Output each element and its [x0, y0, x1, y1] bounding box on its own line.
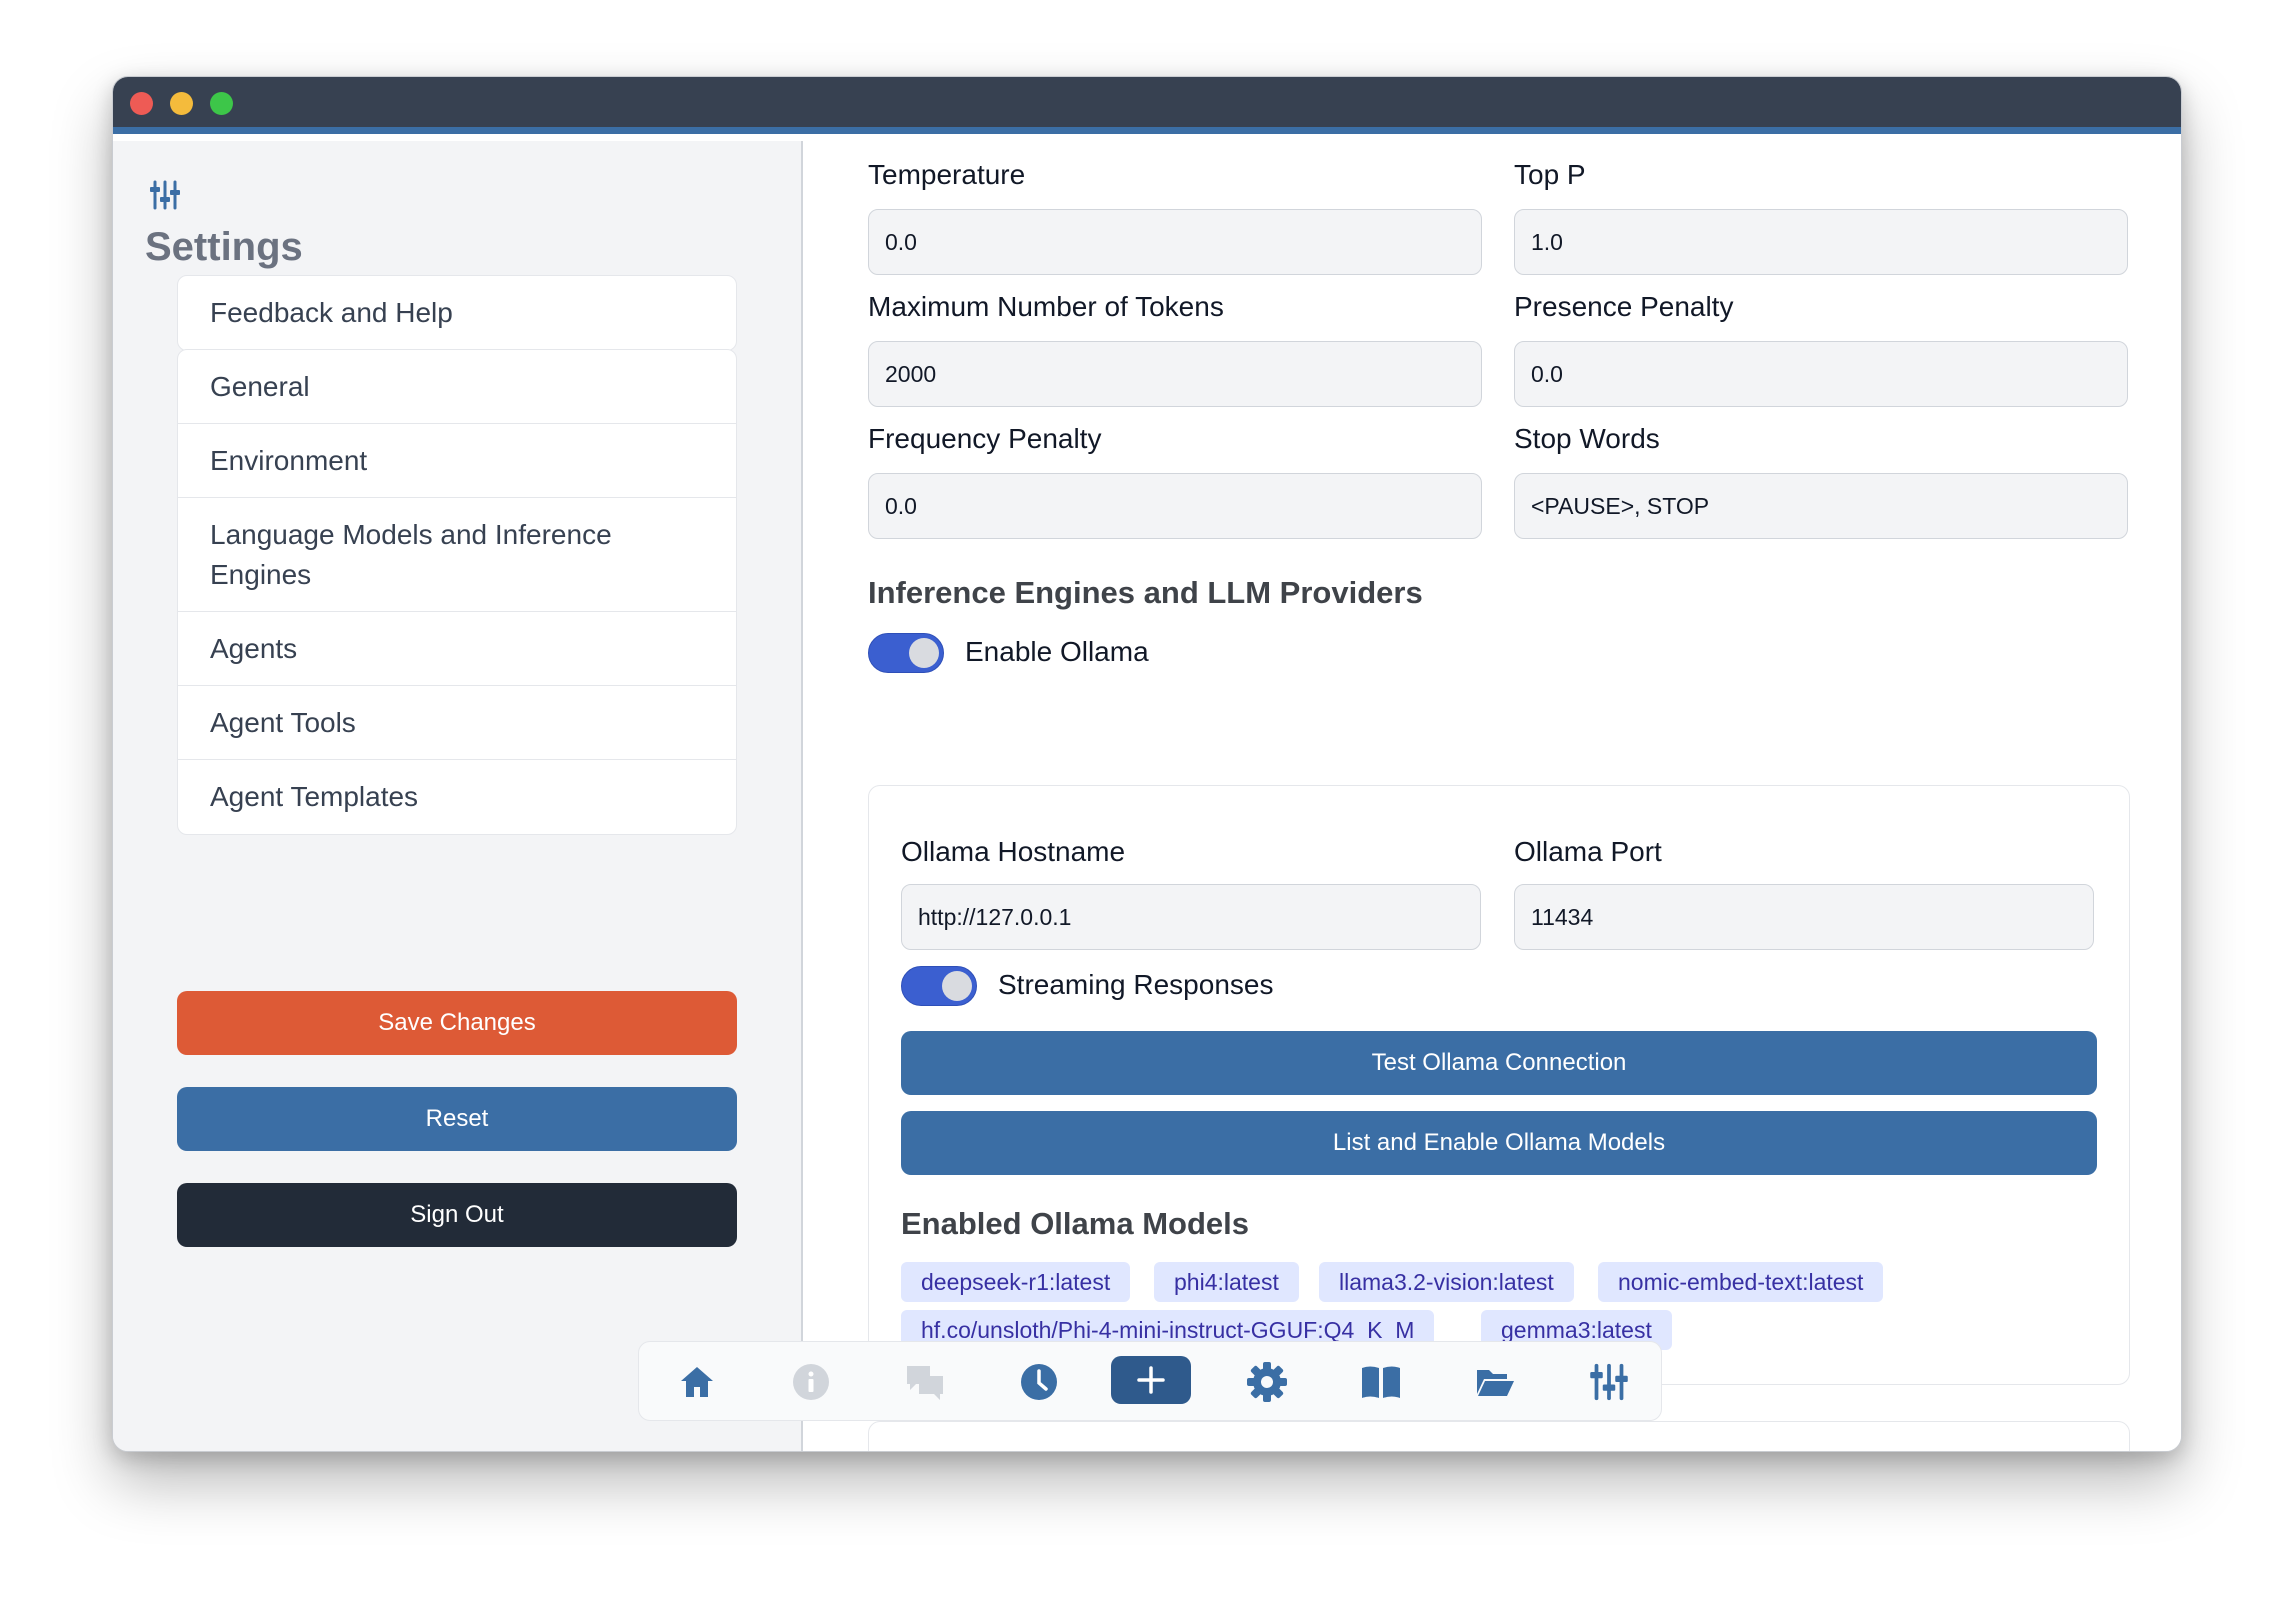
temperature-input[interactable]: 0.0 [868, 209, 1482, 275]
sidebar-item-feedback-help[interactable]: Feedback and Help [178, 276, 736, 350]
model-chip[interactable]: phi4:latest [1154, 1262, 1299, 1302]
model-chip[interactable]: llama3.2-vision:latest [1319, 1262, 1574, 1302]
presence-penalty-label: Presence Penalty [1514, 291, 1734, 322]
enabled-models-title: Enabled Ollama Models [901, 1206, 1249, 1241]
enable-ollama-label: Enable Ollama [965, 636, 1149, 667]
ollama-hostname-input[interactable]: http://127.0.0.1 [901, 884, 1481, 950]
zoom-window-button[interactable] [210, 92, 233, 115]
clock-icon[interactable] [1017, 1360, 1061, 1404]
ollama-port-label: Ollama Port [1514, 836, 1662, 867]
temperature-label: Temperature [868, 159, 1026, 190]
home-icon[interactable] [675, 1360, 719, 1404]
model-chip[interactable]: deepseek-r1:latest [901, 1262, 1131, 1302]
sidebar-item-general[interactable]: General [178, 350, 736, 424]
save-changes-button[interactable]: Save Changes [177, 991, 737, 1055]
close-window-button[interactable] [130, 92, 153, 115]
top-p-input[interactable]: 1.0 [1514, 209, 2128, 275]
sidebar-item-environment[interactable]: Environment [178, 424, 736, 498]
enable-ollama-toggle[interactable] [868, 633, 944, 673]
reset-button[interactable]: Reset [177, 1087, 737, 1151]
plus-icon [1137, 1366, 1165, 1394]
providers-section-title: Inference Engines and LLM Providers [868, 575, 1423, 610]
chat-icon[interactable] [903, 1360, 947, 1404]
frequency-penalty-label: Frequency Penalty [868, 423, 1102, 454]
sidebar-item-agents[interactable]: Agents [178, 612, 736, 686]
max-tokens-label: Maximum Number of Tokens [868, 291, 1224, 322]
sidebar-item-agent-templates[interactable]: Agent Templates [178, 760, 736, 834]
toggle-knob [942, 971, 972, 1001]
sidebar: Settings Feedback and Help General Envir… [113, 141, 803, 1451]
settings-nav: General Environment Language Models and … [177, 349, 737, 835]
main-content: Temperature 0.0 Top P 1.0 Maximum Number… [805, 141, 2181, 1451]
max-tokens-input[interactable]: 2000 [868, 341, 1482, 407]
title-bar [113, 77, 2181, 134]
page-title: Settings [145, 225, 303, 269]
toggle-knob [909, 638, 939, 668]
ollama-settings-panel: Ollama Hostname http://127.0.0.1 Ollama … [868, 785, 2130, 1385]
sliders-icon [150, 180, 180, 210]
frequency-penalty-input[interactable]: 0.0 [868, 473, 1482, 539]
plus-button[interactable] [1111, 1356, 1191, 1404]
presence-penalty-input[interactable]: 0.0 [1514, 341, 2128, 407]
help-card: Feedback and Help [177, 275, 737, 351]
gear-icon[interactable] [1245, 1360, 1289, 1404]
next-settings-panel [868, 1421, 2130, 1451]
stop-words-label: Stop Words [1514, 423, 1660, 454]
ollama-hostname-label: Ollama Hostname [901, 836, 1126, 867]
info-icon[interactable] [789, 1360, 833, 1404]
book-icon[interactable] [1359, 1360, 1403, 1404]
model-chip[interactable]: nomic-embed-text:latest [1598, 1262, 1884, 1302]
sliders-icon[interactable] [1587, 1360, 1631, 1404]
app-window: Settings Feedback and Help General Envir… [112, 76, 2182, 1452]
folder-open-icon[interactable] [1473, 1360, 1517, 1404]
list-enable-ollama-models-button[interactable]: List and Enable Ollama Models [901, 1111, 2097, 1175]
streaming-responses-toggle[interactable] [901, 966, 977, 1006]
sidebar-item-agent-tools[interactable]: Agent Tools [178, 686, 736, 760]
sidebar-item-language-models[interactable]: Language Models and Inference Engines [178, 498, 736, 612]
stop-words-input[interactable]: <PAUSE>, STOP [1514, 473, 2128, 539]
minimize-window-button[interactable] [170, 92, 193, 115]
ollama-port-input[interactable]: 11434 [1514, 884, 2094, 950]
test-ollama-connection-button[interactable]: Test Ollama Connection [901, 1031, 2097, 1095]
top-p-label: Top P [1514, 159, 1586, 190]
streaming-responses-label: Streaming Responses [998, 969, 1274, 1000]
bottom-nav-dock [638, 1341, 1662, 1421]
sign-out-button[interactable]: Sign Out [177, 1183, 737, 1247]
